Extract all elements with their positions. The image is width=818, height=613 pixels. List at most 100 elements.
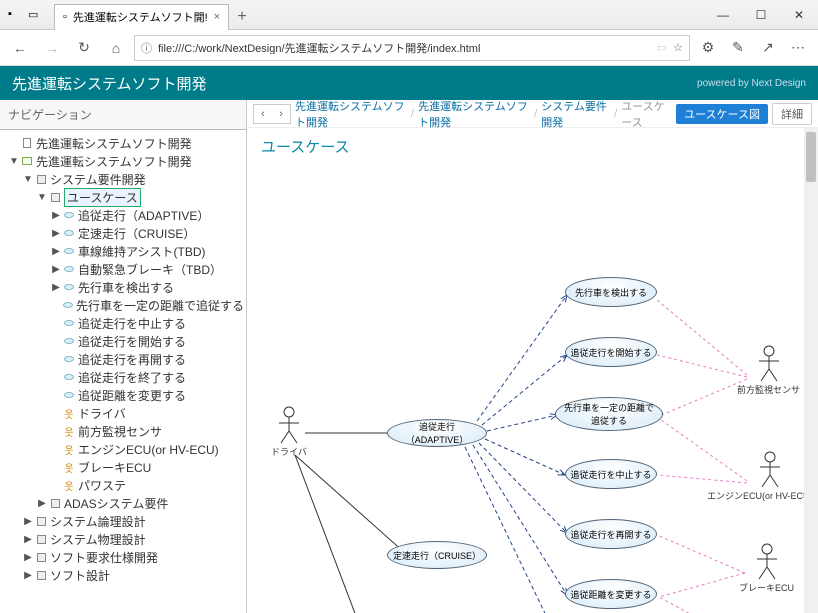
reading-view-icon[interactable]: ▭: [657, 41, 667, 54]
tree-twisty-icon[interactable]: ▶: [22, 516, 34, 527]
browser-tab[interactable]: ▫ 先進運転システムソフト開! ×: [54, 4, 229, 30]
tree-item[interactable]: ▼ システム要件開発: [2, 170, 244, 188]
nav-forward-button[interactable]: →: [38, 34, 66, 62]
tree-item-label: パワステ: [78, 477, 126, 494]
tree-item-label: ソフト設計: [50, 567, 110, 584]
tree-item[interactable]: 追従走行を再開する: [2, 350, 244, 368]
tree-twisty-icon[interactable]: ▶: [50, 210, 62, 221]
tree-twisty-icon[interactable]: ▶: [50, 228, 62, 239]
site-info-icon[interactable]: ⓘ: [141, 40, 152, 56]
view-usecase-diagram-button[interactable]: ユースケース図: [676, 104, 768, 124]
breadcrumb-item[interactable]: 先進運転システムソフト開発: [295, 100, 407, 130]
tree-item[interactable]: ▶自動緊急ブレーキ（TBD）: [2, 260, 244, 278]
tree-twisty-icon[interactable]: ▼: [22, 174, 34, 185]
tree-item[interactable]: ▶システム論理設計: [2, 512, 244, 530]
tree-item-label: 先行車を検出する: [78, 279, 174, 296]
tree-item-label: 追従走行（ADAPTIVE）: [78, 207, 209, 224]
url-input-box[interactable]: ⓘ ▭ ☆: [134, 35, 690, 61]
app-icon-2: ▭: [28, 8, 42, 22]
usecase-sub-0[interactable]: 先行車を検出する: [565, 277, 657, 307]
usecase-sub-1[interactable]: 追従走行を開始する: [565, 337, 657, 367]
scrollbar-thumb[interactable]: [806, 132, 816, 182]
usecase-sub-3[interactable]: 追従走行を中止する: [565, 459, 657, 489]
breadcrumb-separator: /: [411, 108, 414, 120]
share-icon[interactable]: ↗: [754, 34, 782, 62]
usecase-sub-2[interactable]: 先行車を一定の距離で追従する: [555, 397, 663, 431]
tree-twisty-icon[interactable]: ▶: [36, 498, 48, 509]
tree-item[interactable]: 웃ブレーキECU: [2, 458, 244, 476]
tree-item[interactable]: 웃ドライバ: [2, 404, 244, 422]
tree-item[interactable]: ▶ 追従走行（ADAPTIVE）: [2, 206, 244, 224]
tree-twisty-icon[interactable]: ▼: [36, 192, 48, 203]
usecase-cruise[interactable]: 定速走行（CRUISE）: [387, 541, 487, 569]
actor-brake-ecu[interactable]: ブレーキECU: [739, 543, 794, 594]
page-title: 先進運転システムソフト開発: [12, 73, 207, 94]
settings-icon[interactable]: ⚙: [694, 34, 722, 62]
tree-item[interactable]: 追従走行を開始する: [2, 332, 244, 350]
tree-item[interactable]: 追従距離を変更する: [2, 386, 244, 404]
usecase-icon: [64, 392, 74, 398]
tree-item[interactable]: 웃前方監視センサ: [2, 422, 244, 440]
breadcrumb-item[interactable]: システム要件開発: [541, 100, 610, 130]
more-icon[interactable]: ⋯: [784, 34, 812, 62]
tree-item-label: 追従走行を中止する: [78, 315, 186, 332]
nav-refresh-button[interactable]: ↻: [70, 34, 98, 62]
tree-twisty-icon[interactable]: ▶: [22, 534, 34, 545]
tree-item[interactable]: 先行車を一定の距離で追従する: [2, 296, 244, 314]
breadcrumb-item[interactable]: 先進運転システムソフト開発: [418, 100, 530, 130]
usecase-adaptive[interactable]: 追従走行（ADAPTIVE）: [387, 419, 487, 447]
tree-item[interactable]: 先進運転システムソフト開発: [2, 134, 244, 152]
tree-item[interactable]: 웃エンジンECU(or HV-ECU): [2, 440, 244, 458]
tree-item[interactable]: ▶定速走行（CRUISE）: [2, 224, 244, 242]
navigation-sidebar: ナビゲーション 先進運転システムソフト開発▼先進運転システムソフト開発▼システム…: [0, 100, 247, 613]
tree-item[interactable]: ▼先進運転システムソフト開発: [2, 152, 244, 170]
usecase-sub-4[interactable]: 追従走行を再開する: [565, 519, 657, 549]
tree-item[interactable]: ▶ 車線維持アシスト(TBD): [2, 242, 244, 260]
url-input[interactable]: [158, 42, 651, 54]
tree-twisty-icon[interactable]: ▶: [22, 570, 34, 581]
window-minimize-button[interactable]: —: [704, 0, 742, 30]
tree-item-label: システム要件開発: [50, 171, 146, 188]
tree-item-label: ドライバ: [78, 405, 126, 422]
tree-item-label: システム物理設計: [50, 531, 146, 548]
history-back-button[interactable]: ‹: [254, 105, 272, 123]
nav-back-button[interactable]: ←: [6, 34, 34, 62]
package-icon: [37, 535, 46, 544]
favorite-star-icon[interactable]: ☆: [673, 41, 683, 54]
tree-item[interactable]: 追従走行を中止する: [2, 314, 244, 332]
window-maximize-button[interactable]: ☐: [742, 0, 780, 30]
actor-driver[interactable]: ドライバ: [271, 405, 307, 458]
document-icon: [23, 138, 31, 148]
tree-item[interactable]: ▶ADASシステム要件: [2, 494, 244, 512]
tree-item-label: 先行車を一定の距離で追従する: [76, 297, 244, 314]
tree-item-label: 車線維持アシスト(TBD): [78, 243, 206, 260]
tab-close-icon[interactable]: ×: [214, 11, 220, 23]
nav-home-button[interactable]: ⌂: [102, 34, 130, 62]
tree-item[interactable]: 웃パワステ: [2, 476, 244, 494]
tree-twisty-icon[interactable]: ▶: [22, 552, 34, 563]
notes-icon[interactable]: ✎: [724, 34, 752, 62]
tree-item[interactable]: ▶ ソフト設計: [2, 566, 244, 584]
history-forward-button[interactable]: ›: [272, 105, 290, 123]
window-close-button[interactable]: ✕: [780, 0, 818, 30]
new-tab-button[interactable]: +: [229, 4, 255, 30]
usecase-icon: [64, 356, 74, 362]
tree-item[interactable]: ▶ 先行車を検出する: [2, 278, 244, 296]
tree-twisty-icon[interactable]: ▶: [50, 282, 62, 293]
actor-sensor[interactable]: 前方監視センサ: [737, 345, 800, 396]
powered-by-label: powered by Next Design: [697, 78, 806, 89]
actor-engine-ecu[interactable]: エンジンECU(or HV-ECU): [727, 451, 813, 502]
navigation-tree[interactable]: 先進運転システムソフト開発▼先進運転システムソフト開発▼システム要件開発▼ユース…: [0, 130, 246, 613]
tree-item[interactable]: ▼ユースケース: [2, 188, 244, 206]
tree-item[interactable]: ▶ソフト要求仕様開発: [2, 548, 244, 566]
app-icon-1: ▪: [8, 8, 22, 22]
usecase-diagram[interactable]: ドライバ 追従走行（ADAPTIVE） 定速走行（CRUISE） 先行車を検出す…: [247, 165, 818, 613]
content-vertical-scrollbar[interactable]: [804, 128, 818, 613]
usecase-sub-5[interactable]: 追従距離を変更する: [565, 579, 657, 609]
tree-item[interactable]: ▶ システム物理設計: [2, 530, 244, 548]
tree-twisty-icon[interactable]: ▶: [50, 246, 62, 257]
tree-item[interactable]: 追従走行を終了する: [2, 368, 244, 386]
tree-twisty-icon[interactable]: ▼: [8, 156, 20, 167]
view-detail-button[interactable]: 詳細: [772, 103, 812, 125]
tree-twisty-icon[interactable]: ▶: [50, 264, 62, 275]
